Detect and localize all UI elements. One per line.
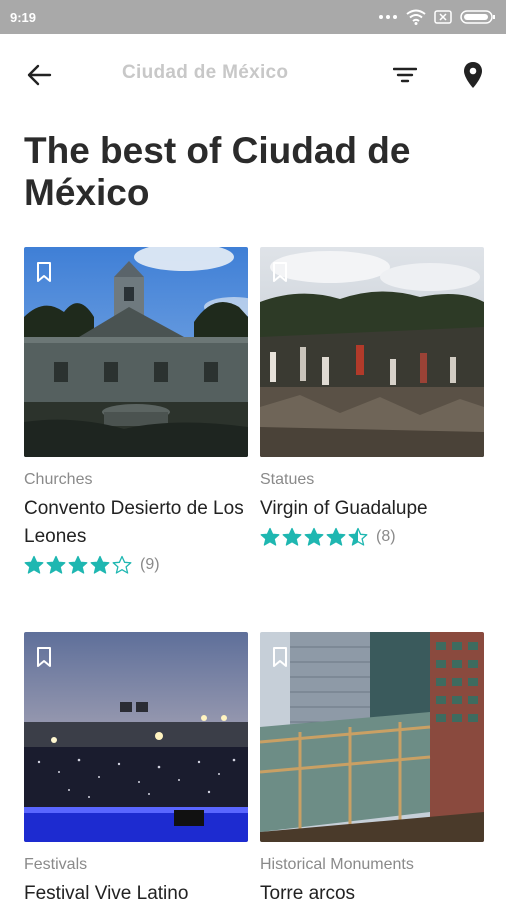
star-full-icon xyxy=(304,527,324,546)
battery-icon xyxy=(460,9,496,25)
bookmark-icon[interactable] xyxy=(36,646,52,668)
more-dots-icon xyxy=(378,14,398,20)
star-full-icon xyxy=(282,527,302,546)
arrow-left-icon xyxy=(27,64,52,86)
place-card[interactable]: Festivals Festival Vive Latino xyxy=(24,632,248,900)
star-full-icon xyxy=(260,527,280,546)
place-card[interactable]: Churches Convento Desierto de Los Leones… xyxy=(24,247,248,575)
place-category: Statues xyxy=(260,471,315,488)
map-button[interactable] xyxy=(458,58,488,92)
status-bar: 9:19 xyxy=(0,0,506,34)
place-name: Convento Desierto de Los Leones xyxy=(24,498,244,547)
place-name: Virgin of Guadalupe xyxy=(260,498,428,519)
star-rating xyxy=(260,527,368,547)
location-pin-icon xyxy=(464,62,482,88)
bookmark-icon[interactable] xyxy=(272,646,288,668)
page-title: The best of Ciudad de México xyxy=(24,130,411,213)
app-bar-title: Ciudad de México xyxy=(122,62,342,84)
star-full-icon xyxy=(326,527,346,546)
review-count: (9) xyxy=(140,556,160,573)
place-rating: (9) xyxy=(24,555,248,575)
filter-icon xyxy=(393,67,417,83)
place-category: Historical Monuments xyxy=(260,856,414,873)
place-card[interactable]: Statues Virgin of Guadalupe (8) xyxy=(260,247,484,547)
back-button[interactable] xyxy=(24,60,54,90)
place-category: Festivals xyxy=(24,856,88,873)
star-full-icon xyxy=(46,555,66,574)
bookmark-icon[interactable] xyxy=(272,261,288,283)
bookmark-icon[interactable] xyxy=(36,261,52,283)
place-photo xyxy=(260,632,484,842)
place-photo xyxy=(260,247,484,457)
star-full-icon xyxy=(90,555,110,574)
star-full-icon xyxy=(68,555,88,574)
filter-button[interactable] xyxy=(390,60,420,90)
place-card[interactable]: Historical Monuments Torre arcos xyxy=(260,632,484,900)
star-rating xyxy=(24,555,132,575)
app-bar: Ciudad de México xyxy=(0,34,506,114)
status-icons xyxy=(378,9,496,25)
wifi-icon xyxy=(406,9,426,25)
place-name: Festival Vive Latino xyxy=(24,883,189,900)
place-photo xyxy=(24,247,248,457)
place-rating: (8) xyxy=(260,527,484,547)
star-full-icon xyxy=(24,555,44,574)
star-empty-icon xyxy=(112,555,132,574)
sim-icon xyxy=(434,10,452,24)
place-name: Torre arcos xyxy=(260,883,356,900)
place-photo xyxy=(24,632,248,842)
place-category: Churches xyxy=(24,471,93,488)
review-count: (8) xyxy=(376,528,396,545)
status-time: 9:19 xyxy=(10,9,37,25)
star-half-icon xyxy=(348,527,368,546)
